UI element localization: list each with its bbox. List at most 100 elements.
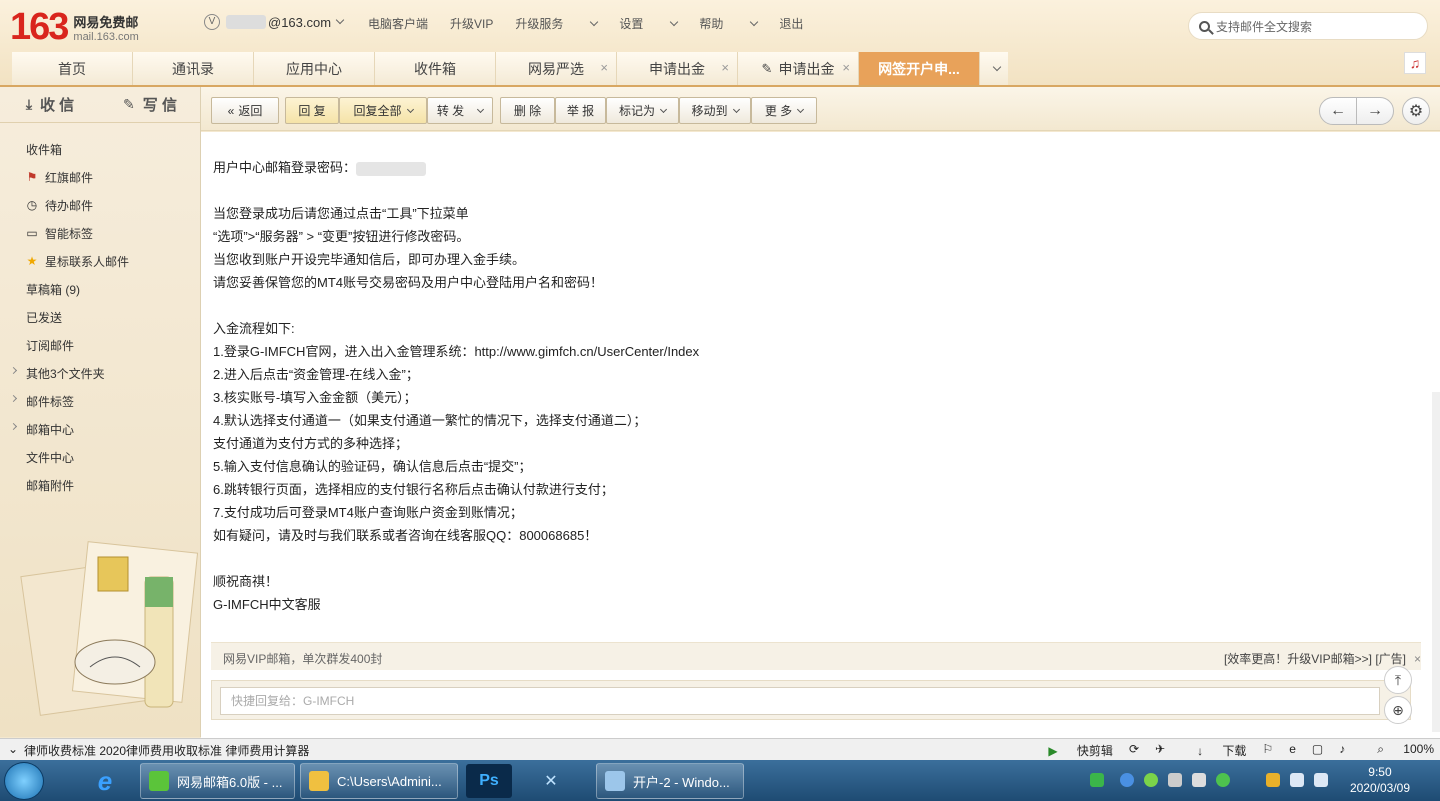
close-icon[interactable]: × [1414,652,1421,666]
logo[interactable]: 163 网易免费邮 mail.163.com [10,8,139,46]
write-button[interactable]: ✎ 写 信 [100,87,200,122]
mail-line[interactable]: 1.登录G-IMFCH官网，进入出入金管理系统：http://www.gimfc… [213,340,699,363]
flag-icon[interactable]: ⚐ [1262,742,1273,759]
nav-upgrade-service[interactable]: 升级服务 [515,15,599,32]
nav-help[interactable]: 帮助 [699,15,759,32]
folder-subscriptions[interactable]: 订阅邮件 [0,331,200,359]
folder-starred[interactable]: ★ 星标联系人邮件 [0,247,200,275]
folder-inbox[interactable]: 收件箱 [0,135,200,163]
mail-line: 3.核实账号-填写入金金额（美元）； [213,390,417,405]
tab-inbox[interactable]: 收件箱 [375,52,496,85]
zoom-button[interactable]: ⊕ [1384,696,1412,724]
network-icon[interactable] [1314,773,1328,787]
bird-app-icon[interactable]: ✕ [528,764,574,798]
volume-icon[interactable] [1290,773,1304,787]
ie-icon[interactable]: e [80,764,130,798]
nav-desktop-client[interactable]: 电脑客户端 [368,15,428,32]
browser-statusbar: ⌄ 律师收费标准 2020律师费用收取标准 律师费用计算器 ▶ 快剪辑 ⟳ ✈ … [0,738,1440,760]
nav-settings[interactable]: 设置 [619,15,679,32]
tab-more-button[interactable] [980,52,1008,85]
sogou-input-icon[interactable] [1266,773,1280,787]
wechat-icon[interactable] [1144,773,1158,787]
ad-left-text[interactable]: 网易VIP邮箱，单次群发400封 [223,650,382,667]
tab-contacts[interactable]: 通讯录 [133,52,254,85]
download-button[interactable]: ↓ 下载 [1181,742,1246,759]
folder-smart-tags[interactable]: ▭ 智能标签 [0,219,200,247]
security-icon[interactable] [1216,773,1230,787]
folder-label: 邮箱附件 [26,478,75,493]
sogou-icon[interactable] [1090,773,1104,787]
tab-account-opening[interactable]: 网签开户申... [859,52,980,85]
clock[interactable]: 9:50 2020/03/09 [1350,764,1410,796]
nav-upgrade-vip[interactable]: 升级VIP [450,15,493,32]
taskbar-task-browser[interactable]: 网易邮箱6.0版 - ... [140,763,295,799]
tab-app-center[interactable]: 应用中心 [254,52,375,85]
close-icon[interactable]: × [721,60,729,75]
tab-yanxuan[interactable]: 网易严选 × [496,52,617,85]
music-icon[interactable]: ♫ [1404,52,1426,74]
nav-logout[interactable]: 退出 [779,15,803,32]
ie-icon[interactable]: e [1289,742,1296,759]
folder-flagged[interactable]: ⚑ 红旗邮件 [0,163,200,191]
scrollbar[interactable] [1432,392,1440,732]
star-icon: ★ [26,254,38,268]
search-placeholder: 支持邮件全文搜索 [1216,19,1313,34]
refresh-icon[interactable]: ⟳ [1129,742,1139,759]
close-icon[interactable]: × [600,60,608,75]
ad-right-link[interactable]: [效率更高！升级VIP邮箱>>] [广告] × [1224,650,1421,667]
photoshop-icon[interactable]: Ps [466,764,512,798]
next-mail-button[interactable]: → [1356,97,1394,125]
folder-mail-center[interactable]: 邮箱中心 [0,415,200,443]
pin-icon[interactable]: ✈ [1155,742,1165,759]
folder-label: 订阅邮件 [26,338,75,353]
settings-button[interactable]: ⚙ [1402,97,1430,125]
status-news-link[interactable]: 律师收费标准 2020律师费用收取标准 律师费用计算器 [24,742,309,759]
prev-mail-button[interactable]: ← [1319,97,1357,125]
folder-sent[interactable]: 已发送 [0,303,200,331]
taskbar-task-viewer[interactable]: 开户-2 - Windo... [596,763,744,799]
tab-label: 网签开户申... [878,60,960,77]
folder-attachments[interactable]: 邮箱附件 [0,471,200,499]
forward-button[interactable]: 转 发 [427,97,493,124]
back-button[interactable]: «返回 [211,97,279,124]
reply-all-button[interactable]: 回复全部 [339,97,427,124]
receive-button[interactable]: ⤓ 收 信 [0,87,100,122]
delete-button[interactable]: 删 除 [500,97,555,124]
quick-reply-input[interactable]: 快捷回复给：G-IMFCH [220,687,1380,715]
folder-other[interactable]: 其他3个文件夹 [0,359,200,387]
tab-withdraw-2[interactable]: ✎ 申请出金 × [738,52,859,85]
window-icon[interactable]: ▢ [1312,742,1323,759]
start-button[interactable] [4,762,44,800]
account-domain: @163.com [268,14,332,30]
printer-icon[interactable] [1192,773,1206,787]
tab-home[interactable]: 首页 [12,52,133,85]
mail-line: G-IMFCH中文客服 [213,597,321,612]
folder-label: 草稿箱 (9) [26,282,81,297]
folder-todo[interactable]: ◷ 待办邮件 [0,191,200,219]
report-button[interactable]: 举 报 [555,97,606,124]
quick-clip-button[interactable]: ▶ 快剪辑 [1032,742,1113,759]
folder-drafts[interactable]: 草稿箱 (9) [0,275,200,303]
task-label: C:\Users\Admini... [337,773,442,789]
nav-settings-label: 设置 [619,17,644,31]
logo-url: mail.163.com [73,31,139,43]
scroll-top-button[interactable]: ⤒ [1384,666,1412,694]
account-menu[interactable]: V @163.com [204,14,345,30]
tab-label: 申请出金 [649,60,705,77]
folder-label: 红旗邮件 [45,170,94,185]
close-icon[interactable]: × [842,60,850,75]
network-device-icon[interactable] [1168,773,1182,787]
tray-app-icon[interactable] [1120,773,1134,787]
reply-button[interactable]: 回 复 [285,97,339,124]
search-input[interactable]: 支持邮件全文搜索 [1188,12,1428,40]
mark-as-button[interactable]: 标记为 [606,97,679,124]
folder-mail-tags[interactable]: 邮件标签 [0,387,200,415]
tab-withdraw-1[interactable]: 申请出金 × [617,52,738,85]
folder-file-center[interactable]: 文件中心 [0,443,200,471]
zoom-control[interactable]: ⌕ 100% [1361,742,1434,759]
more-button[interactable]: 更 多 [751,97,817,124]
tab-label: 通讯录 [172,60,214,77]
move-to-button[interactable]: 移动到 [679,97,751,124]
taskbar-task-explorer[interactable]: C:\Users\Admini... [300,763,458,799]
volume-icon[interactable]: ♪ [1339,742,1345,759]
